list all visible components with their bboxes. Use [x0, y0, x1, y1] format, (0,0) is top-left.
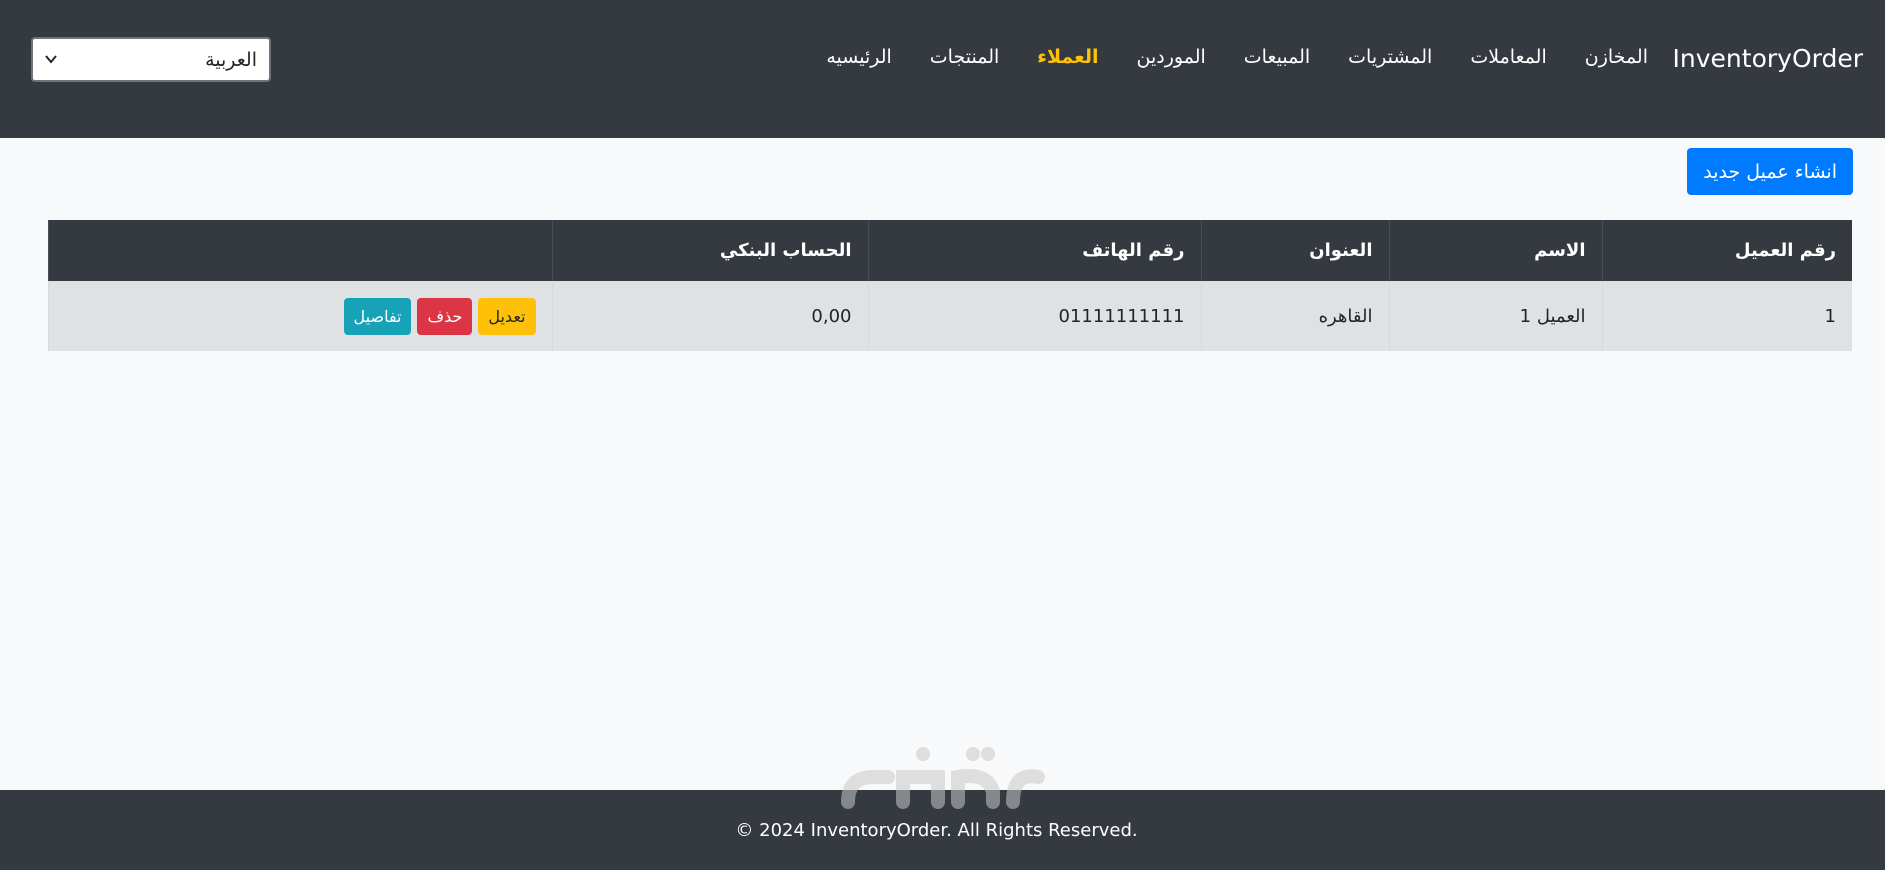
footer: © 2024 InventoryOrder. All Rights Reserv…	[0, 790, 1885, 870]
language-select[interactable]: العربية	[31, 37, 271, 82]
delete-button[interactable]: حذف	[417, 297, 473, 335]
header-name: الاسم	[1388, 220, 1602, 281]
navbar: InventoryOrder الرئيسيه المنتجات العملاء…	[0, 0, 1885, 138]
nav-link-home[interactable]: الرئيسيه	[807, 46, 910, 68]
nav-link-warehouses[interactable]: المخازن	[1566, 46, 1667, 68]
nav-link-sales[interactable]: المبيعات	[1225, 46, 1329, 68]
row-actions: تعديل حذف تفاصيل	[65, 297, 536, 335]
customers-table: رقم العميل الاسم العنوان رقم الهاتف الحس…	[48, 220, 1852, 351]
nav-links: الرئيسيه المنتجات العملاء الموردين المبي…	[807, 46, 1667, 68]
table-row: 1 العميل 1 القاهره 01111111111 0,00 تعدي…	[48, 281, 1852, 351]
header-actions	[48, 220, 552, 281]
nav-link-transactions[interactable]: المعاملات	[1451, 46, 1565, 68]
table-header-row: رقم العميل الاسم العنوان رقم الهاتف الحس…	[48, 220, 1852, 281]
cell-customer-id: 1	[1601, 281, 1852, 351]
nav-link-products[interactable]: المنتجات	[911, 46, 1018, 68]
chevron-down-icon	[45, 52, 57, 68]
language-select-value: العربية	[205, 48, 257, 71]
cell-address: القاهره	[1200, 281, 1389, 351]
footer-copyright: © 2024 InventoryOrder. All Rights Reserv…	[735, 819, 1138, 841]
brand-logo[interactable]: InventoryOrder	[1673, 44, 1863, 73]
details-button[interactable]: تفاصيل	[343, 297, 412, 335]
header-address: العنوان	[1200, 220, 1389, 281]
header-bank-account: الحساب البنكي	[551, 220, 868, 281]
cell-name: العميل 1	[1388, 281, 1602, 351]
cell-actions: تعديل حذف تفاصيل	[48, 281, 552, 351]
header-phone: رقم الهاتف	[867, 220, 1201, 281]
header-customer-id: رقم العميل	[1601, 220, 1852, 281]
nav-link-purchases[interactable]: المشتريات	[1329, 46, 1451, 68]
edit-button[interactable]: تعديل	[478, 297, 536, 335]
cell-bank-account: 0,00	[551, 281, 868, 351]
create-customer-button[interactable]: انشاء عميل جديد	[1687, 148, 1853, 195]
nav-link-customers[interactable]: العملاء	[1018, 46, 1117, 68]
cell-phone: 01111111111	[867, 281, 1201, 351]
nav-link-suppliers[interactable]: الموردين	[1118, 46, 1225, 68]
